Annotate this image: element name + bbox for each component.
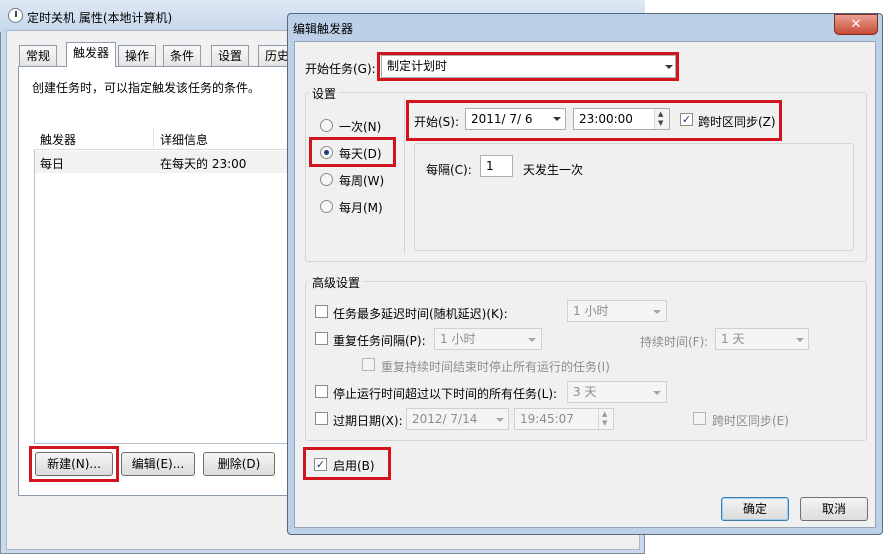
column-divider[interactable] [153,128,154,148]
expire-label: 过期日期(X): [333,414,403,428]
divider [404,98,405,254]
expire-date-picker[interactable]: 2012/ 7/14 [406,408,509,430]
ok-button[interactable]: 确定 [721,497,789,521]
close-button[interactable]: ✕ [834,14,878,35]
expire-sync-checkbox[interactable] [693,412,706,425]
clock-icon [8,8,23,23]
recur-suffix: 天发生一次 [523,163,584,177]
column-header-details[interactable]: 详细信息 [160,131,208,148]
delay-label: 任务最多延迟时间(随机延迟)(K): [333,307,508,321]
chevron-down-icon [796,338,804,342]
duration-label: 持续时间(F): [640,335,709,349]
radio-monthly[interactable] [320,200,333,213]
delay-checkbox[interactable] [315,305,328,318]
trigger-cell: 每日 [40,157,65,171]
sync-timezone-label: 跨时区同步(Z) [698,115,776,129]
chevron-down-icon [653,310,661,314]
stop-long-dropdown[interactable]: 3 天 [567,381,667,403]
spin-down-icon[interactable]: ▼ [602,419,607,427]
repeat-label: 重复任务间隔(P): [333,334,426,348]
column-header-trigger[interactable]: 触发器 [40,131,76,148]
details-cell: 在每天的 23:00 [160,157,247,171]
start-date-picker[interactable]: 2011/ 7/ 6 [465,108,566,130]
expire-sync-label: 跨时区同步(E) [712,414,789,428]
recur-days-input[interactable]: 1 [480,155,513,177]
advanced-group-label: 高级设置 [309,274,364,291]
radio-daily[interactable] [320,146,333,159]
triggers-list[interactable] [34,126,304,444]
chevron-down-icon [665,65,673,69]
tab-settings[interactable]: 设置 [211,45,250,66]
start-task-value: 制定计划时 [387,59,448,73]
spin-down-icon[interactable]: ▼ [658,119,663,127]
stop-long-tasks-label: 停止运行时间超过以下时间的所有任务(L): [333,387,558,401]
start-task-dropdown[interactable]: 制定计划时 [381,55,676,78]
window-title: 定时关机 属性(本地计算机) [27,11,173,25]
repeat-interval-dropdown[interactable]: 1 小时 [434,328,542,350]
enabled-label: 启用(B) [333,459,375,473]
settings-group-label: 设置 [309,85,340,102]
chevron-down-icon [528,338,536,342]
enabled-checkbox[interactable]: ✓ [314,458,327,471]
chevron-down-icon [653,391,661,395]
stop-on-duration-label: 重复持续时间结束时停止所有运行的任务(I) [381,360,610,374]
chevron-down-icon [496,418,504,422]
chevron-down-icon[interactable] [553,117,561,121]
repeat-interval-value: 1 小时 [440,332,476,346]
tab-actions[interactable]: 操作 [118,45,157,66]
dialog-title: 编辑触发器 [293,22,354,36]
expire-checkbox[interactable] [315,412,328,425]
duration-dropdown[interactable]: 1 天 [715,328,809,350]
radio-once[interactable] [320,119,333,132]
radio-daily-label: 每天(D) [339,147,382,161]
duration-value: 1 天 [721,332,745,346]
tab-general[interactable]: 常规 [19,45,58,66]
recur-label: 每隔(C): [426,163,472,177]
edit-trigger-button[interactable]: 编辑(E)... [121,452,195,476]
tab-conditions[interactable]: 条件 [163,45,202,66]
delay-dropdown[interactable]: 1 小时 [567,300,667,322]
radio-monthly-label: 每月(M) [339,201,383,215]
radio-once-label: 一次(N) [339,120,382,134]
recur-days-value: 1 [486,159,494,173]
cancel-button[interactable]: 取消 [800,497,868,521]
new-trigger-button[interactable]: 新建(N)... [35,452,113,476]
spin-up-icon[interactable]: ▲ [602,410,607,418]
tab-triggers[interactable]: 触发器 [66,42,117,67]
start-date-value: 2011/ 7/ 6 [471,112,533,126]
sync-timezone-checkbox[interactable]: ✓ [680,113,693,126]
spin-up-icon[interactable]: ▲ [658,110,663,118]
delay-value: 1 小时 [573,304,609,318]
stop-long-tasks-checkbox[interactable] [315,385,328,398]
repeat-checkbox[interactable] [315,332,328,345]
radio-weekly-label: 每周(W) [339,174,385,188]
start-task-label: 开始任务(G): [305,62,376,76]
triggers-description: 创建任务时，可以指定触发该任务的条件。 [32,81,261,95]
start-label: 开始(S): [414,115,460,129]
stop-long-value: 3 天 [573,385,597,399]
start-time-value: 23:00:00 [579,112,633,126]
stop-on-duration-checkbox[interactable] [362,358,375,371]
expire-time-value: 19:45:07 [520,412,574,426]
delete-trigger-button[interactable]: 删除(D) [203,452,275,476]
expire-date-value: 2012/ 7/14 [412,412,478,426]
radio-weekly[interactable] [320,173,333,186]
